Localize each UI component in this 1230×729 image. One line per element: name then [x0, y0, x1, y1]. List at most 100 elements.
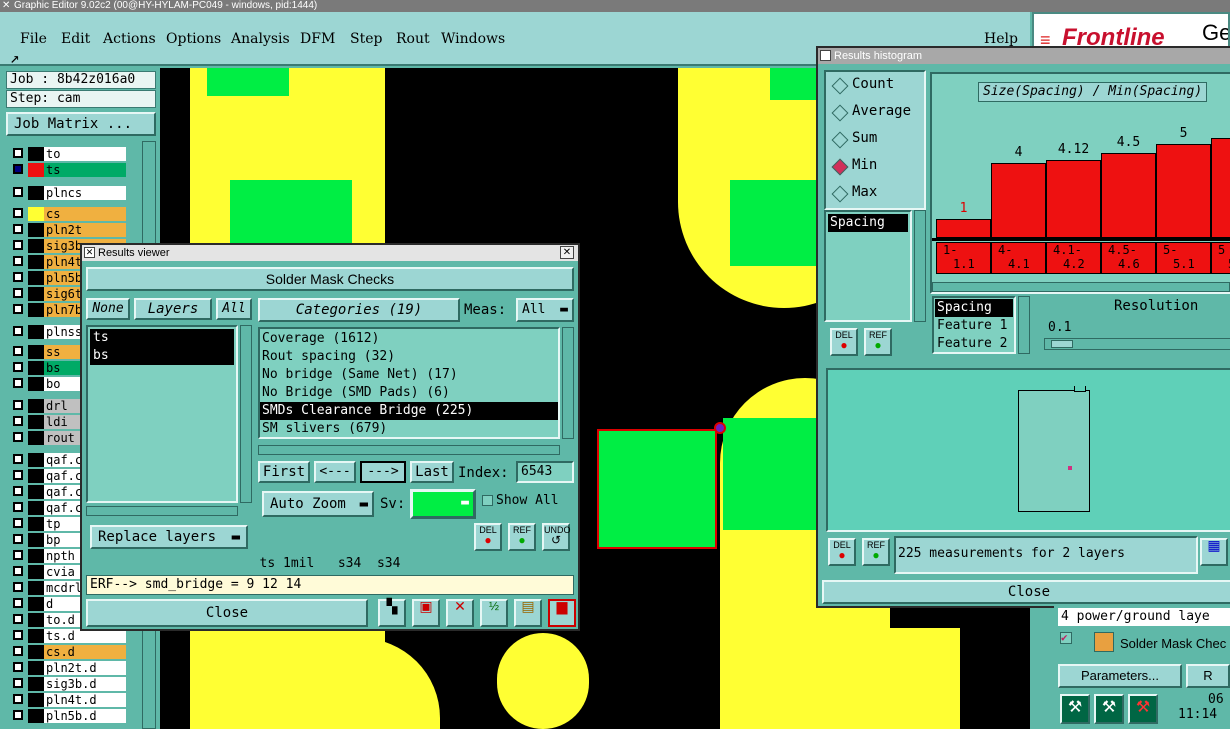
- categories-hscrollbar[interactable]: [258, 445, 560, 455]
- histogram-del-button[interactable]: DEL ●: [830, 328, 858, 356]
- layer-visible-checkbox[interactable]: [13, 710, 23, 720]
- layer-color-swatch[interactable]: [28, 271, 44, 285]
- layer-visible-checkbox[interactable]: [13, 148, 23, 158]
- layer-visible-checkbox[interactable]: [13, 288, 23, 298]
- mode-radio-min[interactable]: [831, 158, 849, 176]
- layer-row[interactable]: to: [8, 147, 140, 161]
- layer-visible-checkbox[interactable]: [13, 534, 23, 544]
- layer-name[interactable]: pln2t.d: [44, 661, 126, 675]
- feature-list-scrollbar[interactable]: [1018, 296, 1030, 354]
- next-button[interactable]: --->: [360, 461, 406, 483]
- category-item[interactable]: No Bridge (SMD Pads) (6): [260, 384, 558, 402]
- show-all-checkbox[interactable]: [482, 495, 493, 506]
- layer-color-swatch[interactable]: [28, 255, 44, 269]
- layer-visible-checkbox[interactable]: [13, 187, 23, 197]
- run-check-icon[interactable]: ⚒: [1060, 694, 1090, 724]
- layer-color-swatch[interactable]: [28, 693, 44, 707]
- layer-visible-checkbox[interactable]: [13, 378, 23, 388]
- layer-visible-checkbox[interactable]: [13, 566, 23, 576]
- layer-color-swatch[interactable]: [28, 415, 44, 429]
- layer-visible-checkbox[interactable]: [13, 614, 23, 624]
- results-layer-list[interactable]: ts bs: [86, 325, 238, 503]
- layer-visible-checkbox[interactable]: [13, 164, 23, 174]
- layer-color-swatch[interactable]: [28, 597, 44, 611]
- layer-color-swatch[interactable]: [28, 223, 44, 237]
- ref-cross-icon[interactable]: ✕: [446, 599, 474, 627]
- layer-row[interactable]: ts: [8, 163, 140, 177]
- layer-name[interactable]: sig3b.d: [44, 677, 126, 691]
- bin-range-cell[interactable]: 4.1- 4.2: [1046, 242, 1101, 274]
- layer-color-swatch[interactable]: [28, 186, 44, 200]
- parameters-button[interactable]: Parameters...: [1058, 664, 1182, 688]
- histogram-hscrollbar[interactable]: [932, 282, 1230, 292]
- layer-color-swatch[interactable]: [28, 361, 44, 375]
- mode-radio-count[interactable]: [831, 77, 849, 95]
- histogram-chart[interactable]: Size(Spacing) / Min(Spacing) 1 1- 1.1 4 4- 4.…: [930, 72, 1230, 294]
- layer-row[interactable]: pln2t.d: [8, 661, 140, 675]
- highlighted-smd-pad[interactable]: [597, 429, 717, 549]
- menu-help[interactable]: Help: [984, 31, 1018, 47]
- measure-icon[interactable]: ▚: [378, 599, 406, 627]
- layer-name[interactable]: pln5b.d: [44, 709, 126, 723]
- auto-zoom-dropdown[interactable]: Auto Zoom ▬: [262, 491, 374, 517]
- histogram-titlebar[interactable]: ✕ Results histogram: [818, 48, 1230, 64]
- layer-visible-checkbox[interactable]: [13, 470, 23, 480]
- layer-color-swatch[interactable]: [28, 399, 44, 413]
- first-button[interactable]: First: [258, 461, 310, 483]
- layer-color-swatch[interactable]: [28, 453, 44, 467]
- layer-name[interactable]: cs: [44, 207, 126, 221]
- list-item[interactable]: Feature 1: [935, 317, 1013, 335]
- layer-visible-checkbox[interactable]: [13, 208, 23, 218]
- layer-color-swatch[interactable]: [28, 345, 44, 359]
- ref-button[interactable]: REF ●: [508, 523, 536, 551]
- metric-list-scrollbar[interactable]: [914, 210, 926, 322]
- document-icon[interactable]: ▤: [514, 599, 542, 627]
- layers-button[interactable]: Layers: [134, 298, 212, 320]
- histogram-bar[interactable]: [1211, 138, 1230, 238]
- results-viewer-close-button[interactable]: Close: [86, 599, 368, 627]
- layer-color-swatch[interactable]: [28, 207, 44, 221]
- del-button[interactable]: DEL ●: [474, 523, 502, 551]
- layer-color-swatch[interactable]: [28, 501, 44, 515]
- menu-options[interactable]: Options: [166, 31, 221, 47]
- preview-area[interactable]: [826, 368, 1230, 532]
- layer-visible-checkbox[interactable]: [13, 694, 23, 704]
- none-layers-button[interactable]: None: [86, 298, 130, 320]
- layer-color-swatch[interactable]: [28, 287, 44, 301]
- replace-layers-dropdown[interactable]: Replace layers ▬: [90, 525, 248, 549]
- metric-list[interactable]: Spacing: [824, 210, 912, 322]
- layer-visible-checkbox[interactable]: [13, 240, 23, 250]
- layer-list-hscrollbar[interactable]: [86, 506, 238, 516]
- layer-color-swatch[interactable]: [28, 645, 44, 659]
- layer-visible-checkbox[interactable]: [13, 630, 23, 640]
- category-item[interactable]: Rout spacing (32): [260, 348, 558, 366]
- categories-button[interactable]: Categories (19): [258, 298, 460, 322]
- list-item[interactable]: Spacing: [935, 299, 1013, 317]
- menu-dfm[interactable]: DFM: [300, 31, 335, 47]
- mode-radio-max[interactable]: [831, 185, 849, 203]
- list-item[interactable]: Spacing: [828, 214, 908, 232]
- index-input[interactable]: 6543: [516, 461, 574, 483]
- layer-row[interactable]: plncs: [8, 186, 140, 200]
- layer-name[interactable]: plncs: [44, 186, 126, 200]
- layer-color-swatch[interactable]: [28, 377, 44, 391]
- compare-icon[interactable]: ½: [480, 599, 508, 627]
- menu-edit[interactable]: Edit: [61, 31, 90, 47]
- layer-visible-checkbox[interactable]: [13, 678, 23, 688]
- category-item[interactable]: SM slivers (679): [260, 420, 558, 437]
- menu-file[interactable]: File: [20, 31, 47, 47]
- histogram-ref-button[interactable]: REF ●: [864, 328, 892, 356]
- run-all-icon[interactable]: ⚒: [1094, 694, 1124, 724]
- menu-actions[interactable]: Actions: [103, 31, 156, 47]
- stop-check-icon[interactable]: ⚒: [1128, 694, 1158, 724]
- bin-range-cell[interactable]: 5- 5.1: [1156, 242, 1211, 274]
- layer-color-swatch[interactable]: [28, 147, 44, 161]
- layer-color-swatch[interactable]: [28, 517, 44, 531]
- layer-row[interactable]: pln2t: [8, 223, 140, 237]
- layer-name[interactable]: ts: [44, 163, 126, 177]
- histogram-bar[interactable]: [936, 219, 991, 238]
- layer-color-swatch[interactable]: [28, 431, 44, 445]
- layer-visible-checkbox[interactable]: [13, 646, 23, 656]
- layer-visible-checkbox[interactable]: [13, 272, 23, 282]
- layer-color-swatch[interactable]: [28, 325, 44, 339]
